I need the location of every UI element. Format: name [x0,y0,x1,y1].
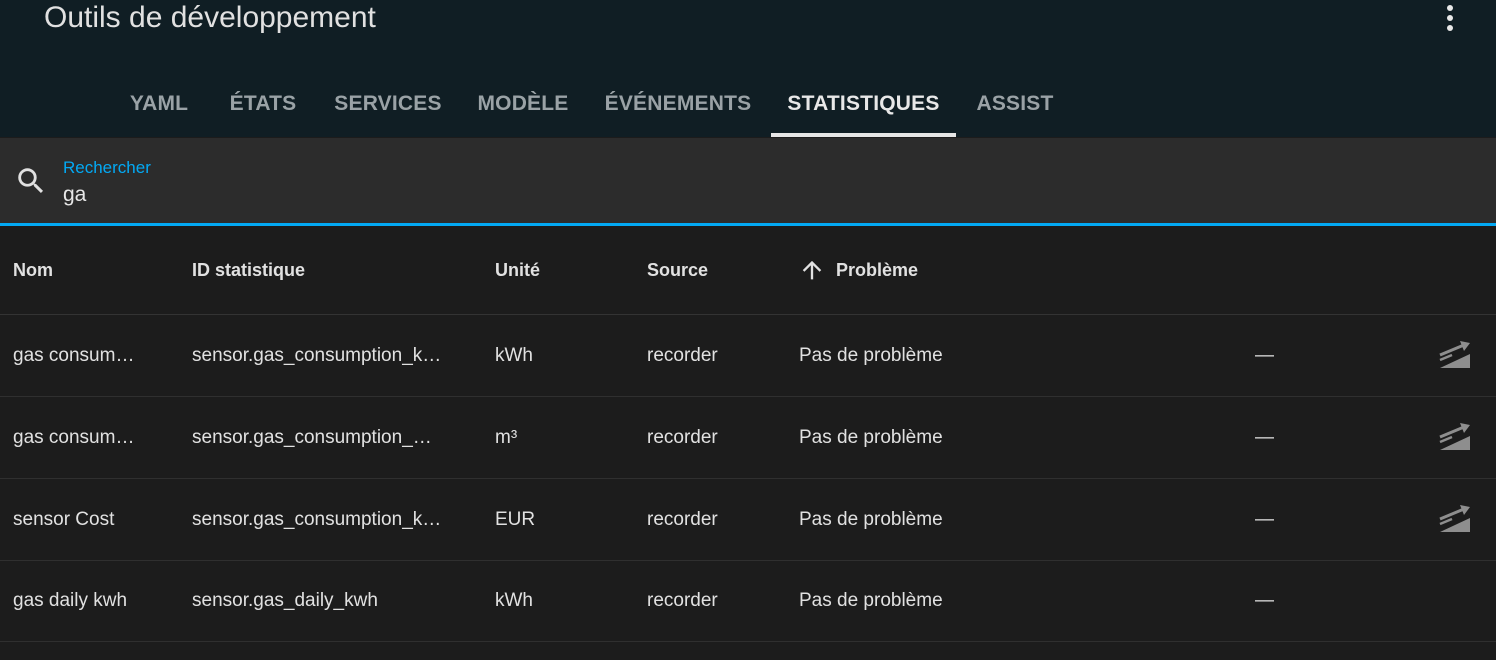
cell-source: recorder [647,589,718,611]
column-header-probleme[interactable]: Problème [798,226,918,314]
table-row[interactable]: gas daily kwh sensor.gas_daily_kwh kWh reco… [0,560,1496,642]
table-row[interactable]: gas consum… sensor.gas_consumption_k… kWh r… [0,315,1496,397]
chart-adjust-icon [1439,341,1470,368]
adjust-sum-button[interactable] [1436,502,1474,538]
tab-etats[interactable]: ÉTATS [210,70,316,137]
search-label: Rechercher [63,158,151,177]
chart-adjust-icon [1439,505,1470,532]
cell-unit: kWh [495,344,533,366]
tab-evenements[interactable]: ÉVÉNEMENTS [588,70,768,137]
cell-statistic-id: sensor.gas_daily_kwh [192,589,378,611]
arrow-up-icon [802,260,822,280]
tab-modele[interactable]: MODÈLE [460,70,586,137]
app-header: Outils de développement YAML ÉTATS SERVI… [0,0,1496,137]
chart-adjust-icon [1439,423,1470,450]
page-title: Outils de développement [44,1,376,34]
tab-statistiques[interactable]: STATISTIQUES [771,70,956,137]
tab-bar: YAML ÉTATS SERVICES MODÈLE ÉVÉNEMENTS ST… [0,70,1496,137]
adjust-sum-button[interactable] [1436,420,1474,456]
cell-unit: kWh [495,589,533,611]
cell-source: recorder [647,508,718,530]
column-header-nom[interactable]: Nom [13,226,53,314]
cell-issue: Pas de problème [799,344,943,366]
column-header-unite[interactable]: Unité [495,226,540,314]
cell-statistic-id: sensor.gas_consumption_k… [192,508,442,530]
tab-yaml[interactable]: YAML [110,70,208,137]
cell-extra: — [1255,508,1274,530]
table-row[interactable]: gas consum… sensor.gas_consumption_… m³ rec… [0,397,1496,479]
cell-unit: m³ [495,426,518,448]
column-header-source[interactable]: Source [647,226,708,314]
cell-unit: EUR [495,508,536,530]
cell-extra: — [1255,426,1274,448]
cell-source: recorder [647,426,718,448]
tab-services[interactable]: SERVICES [318,70,458,137]
cell-name: gas consum… [13,344,135,366]
cell-issue: Pas de problème [799,426,943,448]
magnify-icon [18,168,44,194]
cell-extra: — [1255,589,1274,611]
cell-issue: Pas de problème [799,508,943,530]
tab-assist[interactable]: ASSIST [958,70,1072,137]
cell-extra: — [1255,344,1274,366]
active-tab-indicator [771,133,956,137]
overflow-menu-button[interactable] [1434,0,1466,36]
cell-issue: Pas de problème [799,589,943,611]
search-input[interactable] [63,181,1443,209]
cell-name: gas daily kwh [13,589,128,611]
search-field[interactable]: Rechercher [0,138,1496,223]
cell-source: recorder [647,344,718,366]
cell-statistic-id: sensor.gas_consumption_k… [192,344,442,366]
cell-statistic-id: sensor.gas_consumption_… [192,426,432,448]
cell-name: gas consum… [13,426,135,448]
dots-vertical-icon [1447,5,1453,31]
table-row[interactable]: sensor Cost sensor.gas_consumption_k… EUR r… [0,479,1496,561]
column-header-id-statistique[interactable]: ID statistique [192,226,305,314]
column-header-probleme-label: Problème [836,259,919,280]
cell-name: sensor Cost [13,508,115,530]
adjust-sum-button[interactable] [1436,338,1474,374]
